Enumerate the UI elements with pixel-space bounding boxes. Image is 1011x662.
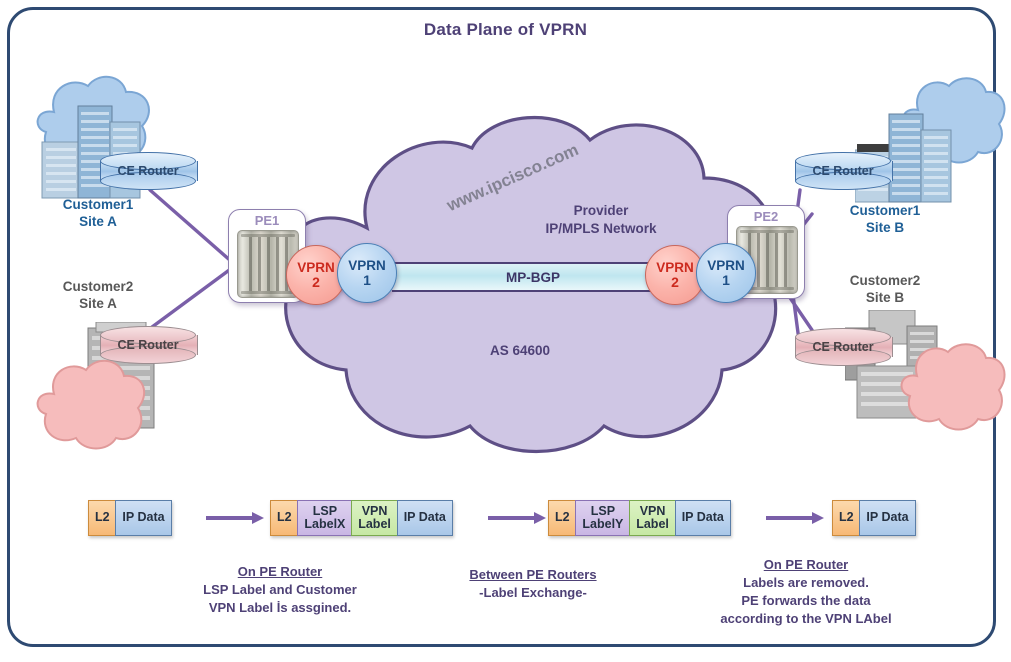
packet-2-seg-vpn-label: VPN Label bbox=[351, 500, 398, 536]
mp-bgp-pipe: MP-BGP bbox=[392, 262, 674, 292]
ce-router-customer1-site-a[interactable]: CE Router bbox=[100, 152, 198, 190]
packet-4: L2 IP Data bbox=[832, 500, 916, 536]
ce-router-customer2-site-b[interactable]: CE Router bbox=[795, 328, 893, 366]
packet-1-seg-ipdata: IP Data bbox=[115, 500, 172, 536]
packet-3-seg-lsp-label: LSP LabelY bbox=[575, 500, 631, 536]
packet-arrow-2 bbox=[488, 511, 548, 525]
packet-3-seg-l2: L2 bbox=[548, 500, 577, 536]
caption-1-line2: VPN Label İs assgined. bbox=[208, 599, 352, 615]
customer1-site-b-label: Customer1 Site B bbox=[849, 203, 921, 236]
customer2-site-a-cloud bbox=[26, 356, 148, 454]
caption-1-line1: LSP Label and Customer bbox=[203, 581, 357, 597]
ce-router-customer2-site-a[interactable]: CE Router bbox=[100, 326, 198, 364]
mp-bgp-label: MP-BGP bbox=[506, 269, 560, 285]
ce-router-customer1-site-b[interactable]: CE Router bbox=[795, 152, 893, 190]
packet-arrow-1 bbox=[206, 511, 266, 525]
caption-2-heading: Between PE Routers bbox=[469, 567, 597, 582]
caption-3-heading: On PE Router bbox=[763, 557, 849, 572]
caption-on-pe-router-ingress: On PE Router LSP Label and Customer VPN … bbox=[135, 563, 425, 617]
pe1-label: PE1 bbox=[254, 213, 280, 228]
packet-3-seg-ipdata: IP Data bbox=[674, 500, 731, 536]
packet-3-seg-vpn-label: VPN Label bbox=[629, 500, 676, 536]
packet-3: L2 LSP LabelY VPN Label IP Data bbox=[548, 500, 731, 536]
caption-2-line1: -Label Exchange- bbox=[479, 584, 587, 600]
caption-3-line3: according to the VPN LAbel bbox=[720, 610, 892, 626]
customer2-site-b-cloud bbox=[890, 340, 1008, 434]
caption-on-pe-router-egress: On PE Router Labels are removed. PE forw… bbox=[672, 556, 940, 628]
page-title: Data Plane of VPRN bbox=[423, 20, 588, 39]
caption-3-line1: Labels are removed. bbox=[743, 574, 869, 590]
packet-4-seg-ipdata: IP Data bbox=[859, 500, 916, 536]
as-number-label: AS 64600 bbox=[489, 343, 551, 358]
pe2-vprn1-circle[interactable]: VPRN 1 bbox=[696, 243, 756, 303]
customer2-site-b-label: Customer2 Site B bbox=[849, 273, 921, 306]
provider-network-label: Provider IP/MPLS Network bbox=[545, 203, 657, 236]
packet-1-seg-l2: L2 bbox=[88, 500, 117, 536]
packet-2-seg-ipdata: IP Data bbox=[396, 500, 453, 536]
packet-4-seg-l2: L2 bbox=[832, 500, 861, 536]
pe1-vprn1-circle[interactable]: VPRN 1 bbox=[337, 243, 397, 303]
packet-arrow-3 bbox=[766, 511, 826, 525]
customer1-site-a-label: Customer1 Site A bbox=[62, 197, 134, 230]
caption-between-pe-routers: Between PE Routers -Label Exchange- bbox=[418, 566, 648, 602]
packet-2-seg-l2: L2 bbox=[270, 500, 299, 536]
caption-3-line2: PE forwards the data bbox=[741, 592, 871, 608]
pe2-label: PE2 bbox=[753, 209, 779, 224]
caption-1-heading: On PE Router bbox=[237, 564, 323, 579]
diagram-canvas: Data Plane of VPRN www.ipcisco.com Provi… bbox=[0, 0, 1011, 662]
packet-1: L2 IP Data bbox=[88, 500, 172, 536]
packet-2-seg-lsp-label: LSP LabelX bbox=[297, 500, 353, 536]
packet-2: L2 LSP LabelX VPN Label IP Data bbox=[270, 500, 453, 536]
customer2-site-a-label: Customer2 Site A bbox=[62, 279, 134, 312]
